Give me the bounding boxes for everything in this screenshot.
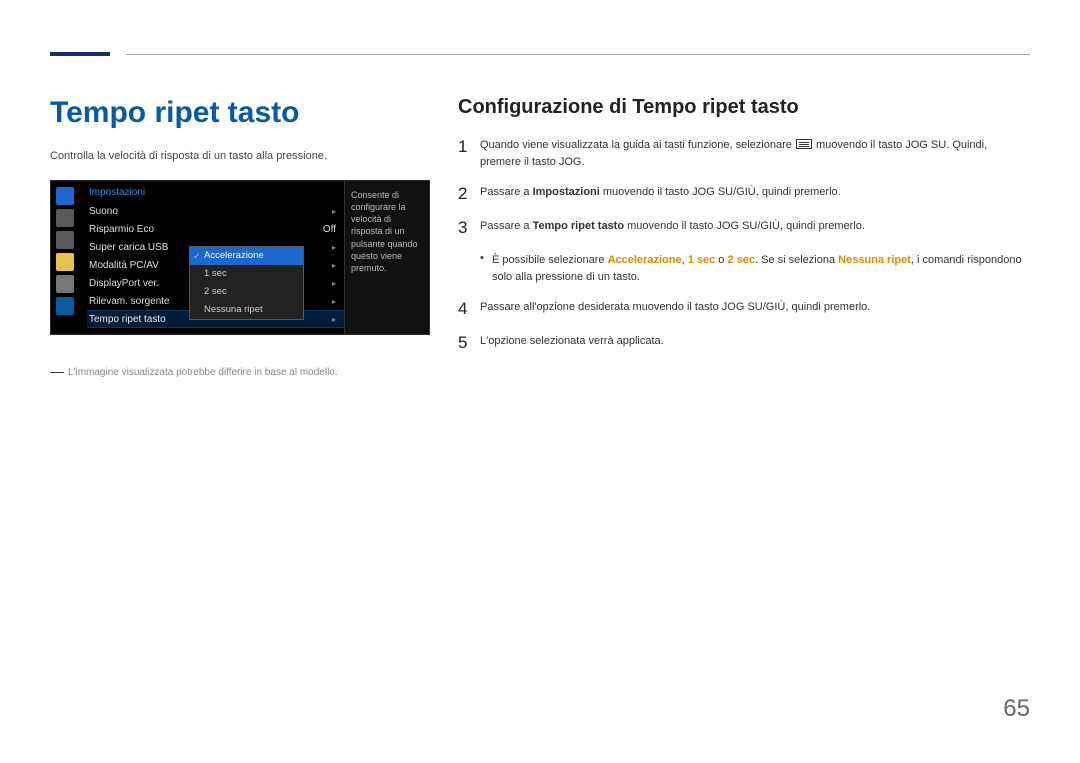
bullet-text: o bbox=[715, 254, 727, 266]
bullet-text: È possibile selezionare bbox=[492, 254, 608, 266]
chevron-right-icon bbox=[332, 314, 336, 325]
step-body: Passare all'opzione desiderata muovendo … bbox=[480, 299, 1030, 319]
bullet-body: È possibile selezionare Accelerazione, 1… bbox=[492, 252, 1030, 285]
step-body: Passare a Tempo ripet tasto muovendo il … bbox=[480, 218, 1030, 238]
chevron-right-icon bbox=[332, 278, 336, 289]
osd-label: DisplayPort ver. bbox=[89, 278, 159, 289]
osd-row-risparmio: Risparmio Eco Off bbox=[87, 220, 344, 238]
bullet-highlight: Nessuna ripet bbox=[838, 254, 911, 266]
step-text: Passare a bbox=[480, 220, 533, 232]
osd-row-suono: Suono bbox=[87, 202, 344, 220]
osd-label: Tempo ripet tasto bbox=[89, 314, 166, 325]
step-3: 3 Passare a Tempo ripet tasto muovendo i… bbox=[458, 218, 1030, 238]
bullet-highlight: 1 sec bbox=[688, 254, 716, 266]
pip-icon bbox=[56, 231, 74, 249]
image-disclaimer: ―L'immagine visualizzata potrebbe differ… bbox=[50, 363, 430, 379]
step-number: 5 bbox=[458, 333, 480, 353]
osd-value: Off bbox=[323, 224, 336, 235]
popup-option-2sec: 2 sec bbox=[190, 283, 303, 301]
chevron-right-icon bbox=[332, 242, 336, 253]
bullet-item: • È possibile selezionare Accelerazione,… bbox=[480, 252, 1030, 285]
osd-main-panel: Impostazioni Suono Risparmio Eco Off Supe… bbox=[79, 181, 344, 334]
step-4: 4 Passare all'opzione desiderata muovend… bbox=[458, 299, 1030, 319]
intro-text: Controlla la velocità di risposta di un … bbox=[50, 150, 430, 162]
osd-icon-column bbox=[51, 181, 79, 334]
osd-label: Modalità PC/AV bbox=[89, 260, 159, 271]
step-body: L'opzione selezionata verrà applicata. bbox=[480, 333, 1030, 353]
popup-option-accelerazione: Accelerazione bbox=[190, 247, 303, 265]
osd-label: Rilevam. sorgente bbox=[89, 296, 170, 307]
brightness-icon bbox=[56, 209, 74, 227]
step-text: Quando viene visualizzata la guida ai ta… bbox=[480, 139, 795, 151]
step-1: 1 Quando viene visualizzata la guida ai … bbox=[458, 137, 1030, 170]
bullet-marker: • bbox=[480, 252, 492, 285]
step-text: muovendo il tasto JOG SU/GIÙ, quindi pre… bbox=[600, 186, 841, 198]
step-number: 1 bbox=[458, 137, 480, 170]
popup-option-nessuna: Nessuna ripet bbox=[190, 301, 303, 319]
chevron-right-icon bbox=[332, 206, 336, 217]
step-bold: Impostazioni bbox=[533, 186, 600, 198]
step-number: 2 bbox=[458, 184, 480, 204]
step-bold: Tempo ripet tasto bbox=[533, 220, 624, 232]
step-text: muovendo il tasto JOG SU/GIÙ, quindi pre… bbox=[624, 220, 865, 232]
settings-icon bbox=[56, 275, 74, 293]
footnote-text: L'immagine visualizzata potrebbe differi… bbox=[68, 367, 338, 378]
osd-description: Consente di configurare la velocità di r… bbox=[344, 181, 429, 334]
osd-label: Risparmio Eco bbox=[89, 224, 154, 235]
osd-panel-title: Impostazioni bbox=[87, 187, 344, 198]
popup-option-1sec: 1 sec bbox=[190, 265, 303, 283]
sub-heading: Configurazione di Tempo ripet tasto bbox=[458, 96, 1030, 119]
step-number: 3 bbox=[458, 218, 480, 238]
osd-popup: Accelerazione 1 sec 2 sec Nessuna ripet bbox=[189, 246, 304, 320]
chevron-right-icon bbox=[332, 296, 336, 307]
step-body: Passare a Impostazioni muovendo il tasto… bbox=[480, 184, 1030, 204]
osd-label: Suono bbox=[89, 206, 118, 217]
header-accent bbox=[50, 52, 110, 56]
menu-icon bbox=[796, 139, 812, 149]
picture-icon bbox=[56, 187, 74, 205]
information-icon bbox=[56, 297, 74, 315]
step-body: Quando viene visualizzata la guida ai ta… bbox=[480, 137, 1030, 170]
bullet-highlight: 2 sec bbox=[727, 254, 755, 266]
right-column: Configurazione di Tempo ripet tasto 1 Qu… bbox=[458, 96, 1030, 379]
chevron-right-icon bbox=[332, 260, 336, 271]
onscreen-display-icon bbox=[56, 253, 74, 271]
step-5: 5 L'opzione selezionata verrà applicata. bbox=[458, 333, 1030, 353]
osd-screenshot: Impostazioni Suono Risparmio Eco Off Supe… bbox=[50, 180, 430, 335]
step-2: 2 Passare a Impostazioni muovendo il tas… bbox=[458, 184, 1030, 204]
step-text: Passare a bbox=[480, 186, 533, 198]
left-column: Tempo ripet tasto Controlla la velocità … bbox=[50, 96, 430, 379]
page-number: 65 bbox=[1003, 695, 1030, 723]
page-content: Tempo ripet tasto Controlla la velocità … bbox=[50, 96, 1030, 379]
header-rule bbox=[126, 54, 1030, 55]
bullet-highlight: Accelerazione bbox=[608, 254, 682, 266]
main-heading: Tempo ripet tasto bbox=[50, 96, 430, 130]
osd-label: Super carica USB bbox=[89, 242, 168, 253]
bullet-text: . Se si seleziona bbox=[755, 254, 838, 266]
step-number: 4 bbox=[458, 299, 480, 319]
steps-list: 1 Quando viene visualizzata la guida ai … bbox=[458, 137, 1030, 353]
